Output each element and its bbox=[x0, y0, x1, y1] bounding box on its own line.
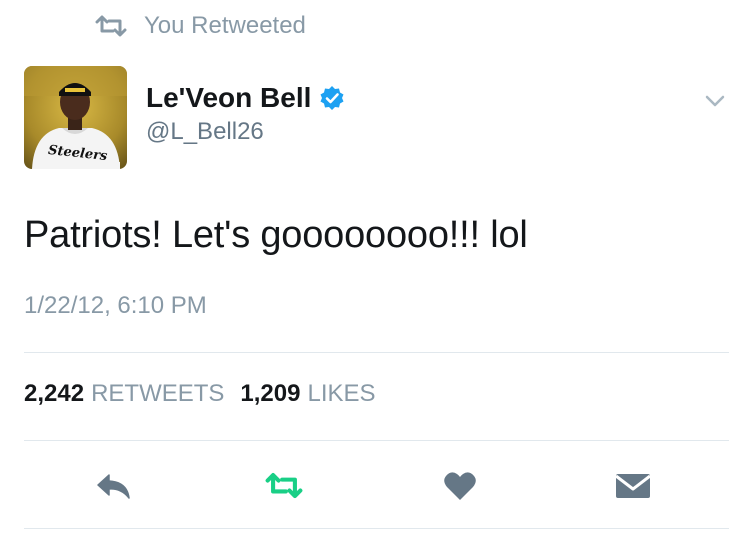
retweets-label[interactable]: RETWEETS bbox=[91, 380, 224, 408]
envelope-icon bbox=[615, 474, 651, 498]
direct-message-button[interactable] bbox=[613, 466, 653, 506]
tweet-timestamp[interactable]: 1/22/12, 6:10 PM bbox=[24, 292, 207, 320]
retweet-button[interactable] bbox=[264, 466, 304, 506]
tweet-action-bar bbox=[0, 466, 729, 506]
author-info[interactable]: Le'Veon Bell @L_Bell26 bbox=[146, 80, 345, 146]
retweet-icon bbox=[265, 473, 303, 499]
divider bbox=[24, 528, 729, 529]
avatar[interactable]: Steelers bbox=[24, 66, 127, 169]
like-button[interactable] bbox=[440, 466, 480, 506]
verified-badge-icon bbox=[320, 86, 344, 110]
tweet-text: Patriots! Let's goooooooo!!! lol bbox=[24, 214, 528, 256]
reply-button[interactable] bbox=[94, 466, 134, 506]
retweet-icon bbox=[95, 15, 127, 37]
author-display-name[interactable]: Le'Veon Bell bbox=[146, 82, 311, 114]
retweets-count[interactable]: 2,242 bbox=[24, 380, 84, 408]
retweet-context-label: You Retweeted bbox=[144, 12, 306, 39]
retweet-context: You Retweeted bbox=[94, 8, 306, 44]
divider bbox=[24, 352, 729, 353]
chevron-down-icon[interactable] bbox=[704, 90, 726, 112]
likes-count[interactable]: 1,209 bbox=[240, 380, 300, 408]
likes-label[interactable]: LIKES bbox=[307, 380, 375, 408]
author-handle[interactable]: @L_Bell26 bbox=[146, 118, 345, 146]
reply-icon bbox=[97, 474, 130, 499]
heart-icon bbox=[444, 472, 476, 500]
divider bbox=[24, 440, 729, 441]
tweet-stats: 2,242 RETWEETS 1,209 LIKES bbox=[24, 380, 392, 408]
